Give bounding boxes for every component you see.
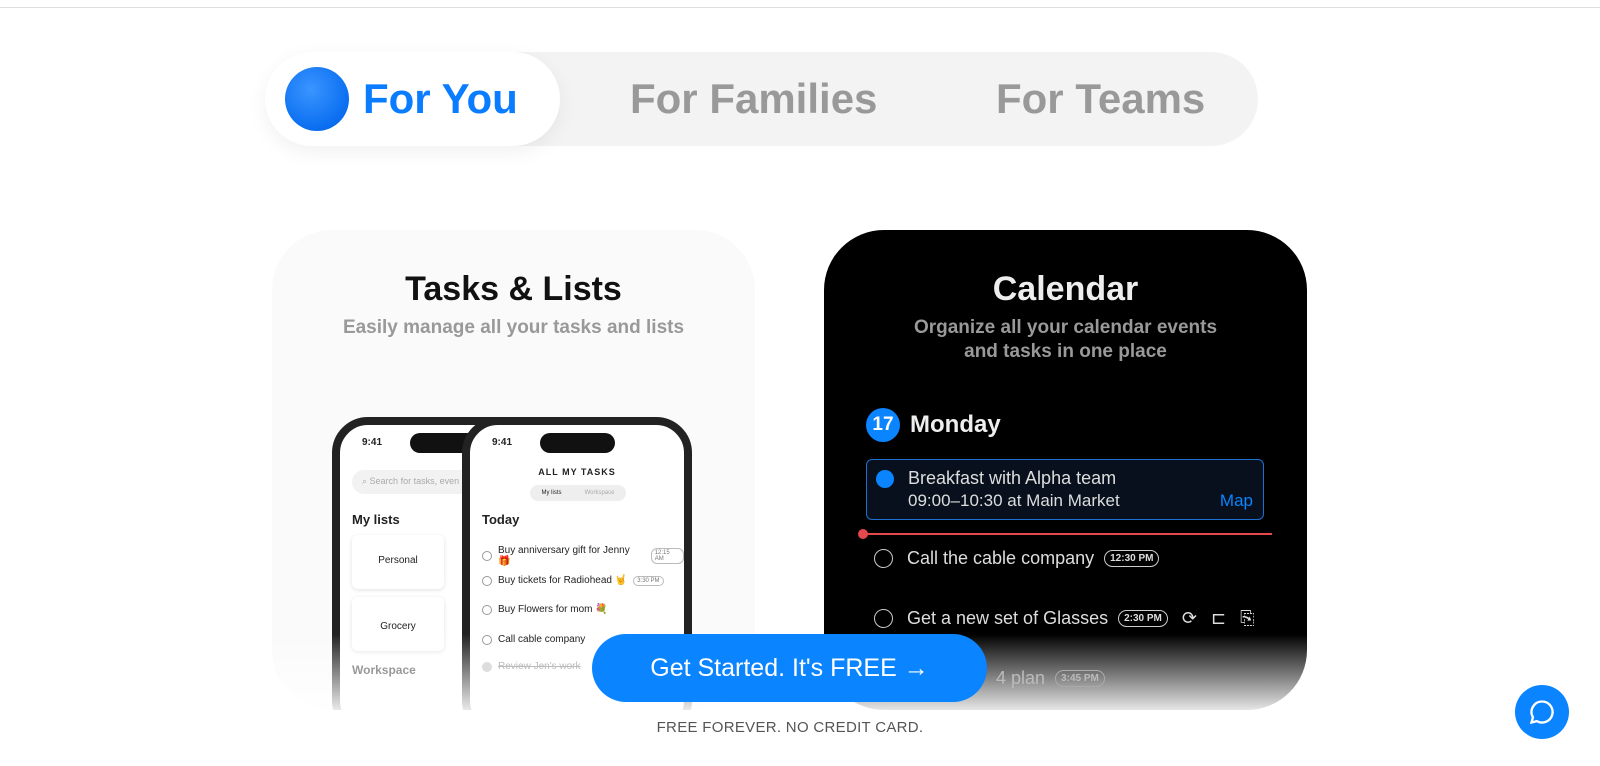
list-toggle: My lists Workspace bbox=[530, 485, 626, 501]
calendar-task[interactable]: Get a new set of Glasses 2:30 PM ⟳ ⊏ ⎘ bbox=[874, 608, 1254, 629]
time-badge: 2:30 PM bbox=[1118, 610, 1168, 627]
tab-for-families[interactable]: For Families bbox=[630, 52, 877, 146]
blue-orb-icon bbox=[285, 67, 349, 131]
time-badge: 3:30 PM bbox=[633, 575, 664, 586]
task-row: Buy Flowers for mom 💐 bbox=[482, 604, 608, 615]
day-header: 17 Monday bbox=[866, 408, 1001, 442]
top-divider bbox=[0, 7, 1600, 8]
day-number-badge: 17 bbox=[866, 408, 900, 442]
today-heading: Today bbox=[482, 512, 520, 527]
time-badge: 12:30 PM bbox=[1104, 550, 1160, 567]
task-row: Call cable company bbox=[482, 634, 585, 645]
repeat-icon: ⟳ bbox=[1181, 608, 1197, 628]
task-row: Buy anniversary gift for Jenny 🎁 12:15 AM bbox=[482, 545, 684, 567]
phone-time: 9:41 bbox=[492, 437, 513, 448]
workspace-heading: Workspace bbox=[352, 663, 416, 677]
day-name: Monday bbox=[910, 411, 1001, 438]
audience-tabs: For You For Families For Teams bbox=[265, 52, 1258, 146]
time-badge: 3:45 PM bbox=[1055, 670, 1105, 687]
phone-time: 9:41 bbox=[362, 437, 383, 448]
tab-for-teams[interactable]: For Teams bbox=[996, 52, 1205, 146]
current-time-line bbox=[862, 533, 1272, 535]
map-link[interactable]: Map bbox=[1220, 491, 1253, 511]
my-lists-heading: My lists bbox=[352, 512, 400, 527]
event-item[interactable]: Breakfast with Alpha team 09:00–10:30 at… bbox=[866, 459, 1264, 520]
tab-label: For Families bbox=[630, 75, 878, 122]
list-personal: Personal bbox=[352, 535, 444, 589]
card-subtitle: Organize all your calendar events and tas… bbox=[913, 317, 1218, 362]
dynamic-island bbox=[540, 433, 615, 453]
card-title: Tasks & Lists bbox=[405, 270, 622, 308]
tab-for-you[interactable]: For You bbox=[265, 52, 560, 146]
get-started-button[interactable]: Get Started. It's FREE → bbox=[592, 634, 987, 702]
card-title: Calendar bbox=[992, 270, 1139, 308]
phone-header: ALL MY TASKS bbox=[538, 467, 616, 477]
chat-button[interactable] bbox=[1515, 685, 1569, 739]
time-badge: 12:15 AM bbox=[650, 548, 684, 564]
calendar-task[interactable]: 4 plan 3:45 PM bbox=[996, 668, 1105, 689]
tab-label: For You bbox=[363, 75, 518, 122]
event-dot-icon bbox=[876, 470, 894, 488]
chat-bubble-icon bbox=[1529, 700, 1554, 725]
tab-label: For Teams bbox=[996, 75, 1206, 122]
cta-note: FREE FOREVER. NO CREDIT CARD. bbox=[656, 719, 924, 736]
card-subtitle: Easily manage all your tasks and lists bbox=[342, 317, 685, 338]
task-row: Buy tickets for Radiohead 🤘 3:30 PM bbox=[482, 575, 664, 586]
task-row-done: Review Jen's work bbox=[482, 661, 581, 672]
calendar-task[interactable]: Call the cable company 12:30 PM bbox=[874, 548, 1160, 569]
current-time-dot bbox=[858, 529, 868, 539]
subtask-icon: ⊏ bbox=[1210, 608, 1227, 628]
event-detail: 09:00–10:30 at Main Market bbox=[908, 491, 1120, 510]
attachment-icon: ⎘ bbox=[1240, 608, 1255, 628]
event-title: Breakfast with Alpha team bbox=[908, 468, 1117, 488]
